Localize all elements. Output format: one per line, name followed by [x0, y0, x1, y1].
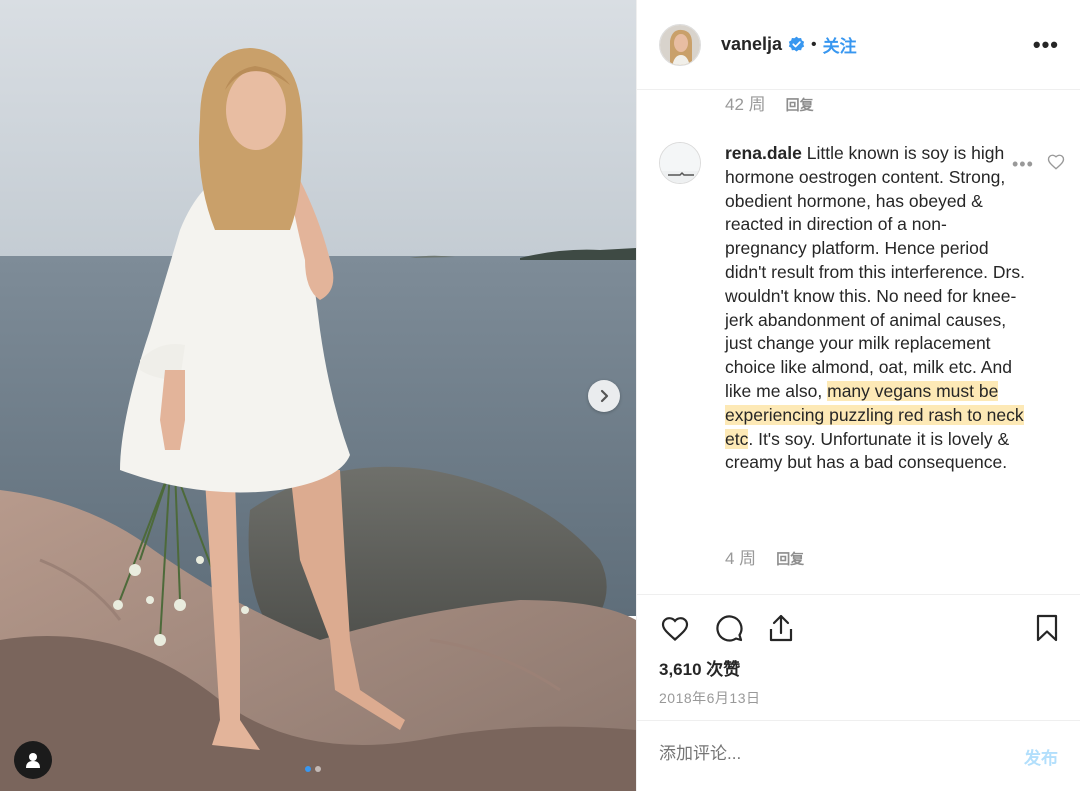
comment-icon[interactable]: [713, 612, 745, 644]
comment-reply-button[interactable]: 回复: [776, 549, 804, 569]
header-separator: •: [811, 35, 817, 53]
post-header: vanelja • 关注 •••: [637, 0, 1080, 90]
divider: [637, 594, 1080, 595]
follow-button[interactable]: 关注: [823, 32, 857, 57]
more-options-icon[interactable]: •••: [1033, 32, 1059, 58]
comment-meta: 4 周 回复: [725, 544, 804, 569]
commenter-username[interactable]: rena.dale: [725, 143, 802, 163]
owner-avatar-image: [660, 24, 700, 65]
heart-icon[interactable]: [659, 612, 691, 644]
post-date: 2018年6月13日: [659, 690, 761, 706]
owner-avatar[interactable]: [659, 23, 701, 66]
comment-body: rena.dale Little known is soy is high ho…: [725, 142, 1025, 475]
chevron-right-icon: [600, 389, 609, 403]
verified-badge-icon: [788, 36, 805, 52]
comment-like-heart-icon[interactable]: [1047, 153, 1065, 171]
carousel-indicator: [305, 766, 321, 772]
comment-text: Little known is soy is high hormone oest…: [725, 143, 1025, 401]
beach-photo-image: [0, 0, 636, 791]
previous-comment-reply-button[interactable]: 回复: [786, 95, 814, 115]
comment-more-icon[interactable]: •••: [1012, 154, 1034, 175]
add-comment-input[interactable]: [659, 744, 959, 764]
post-comment-button[interactable]: 发布: [1024, 744, 1058, 769]
commenter-avatar[interactable]: [659, 142, 701, 184]
bookmark-icon[interactable]: [1031, 612, 1063, 644]
user-tag-icon: [26, 753, 40, 768]
carousel-next-button[interactable]: [588, 380, 620, 412]
post-details-panel: vanelja • 关注 ••• 42 周 回复 rena.dale Littl…: [636, 0, 1080, 791]
divider: [637, 720, 1080, 721]
comment-age: 4 周: [725, 549, 757, 568]
action-bar: [659, 612, 1063, 644]
owner-username[interactable]: vanelja: [721, 34, 782, 55]
comment-text-end: . It's soy. Unfortunate it is lovely & c…: [725, 428, 1010, 473]
previous-comment-age: 42 周: [725, 95, 766, 114]
previous-comment-meta: 42 周 回复: [725, 90, 814, 115]
carousel-dot-active: [305, 766, 311, 772]
commenter-avatar-image: [660, 143, 700, 183]
likes-count[interactable]: 3,610 次赞: [659, 655, 740, 680]
carousel-dot: [315, 766, 321, 772]
post-photo[interactable]: [0, 0, 636, 791]
user-tag-button[interactable]: [14, 741, 52, 779]
share-icon[interactable]: [765, 612, 797, 644]
